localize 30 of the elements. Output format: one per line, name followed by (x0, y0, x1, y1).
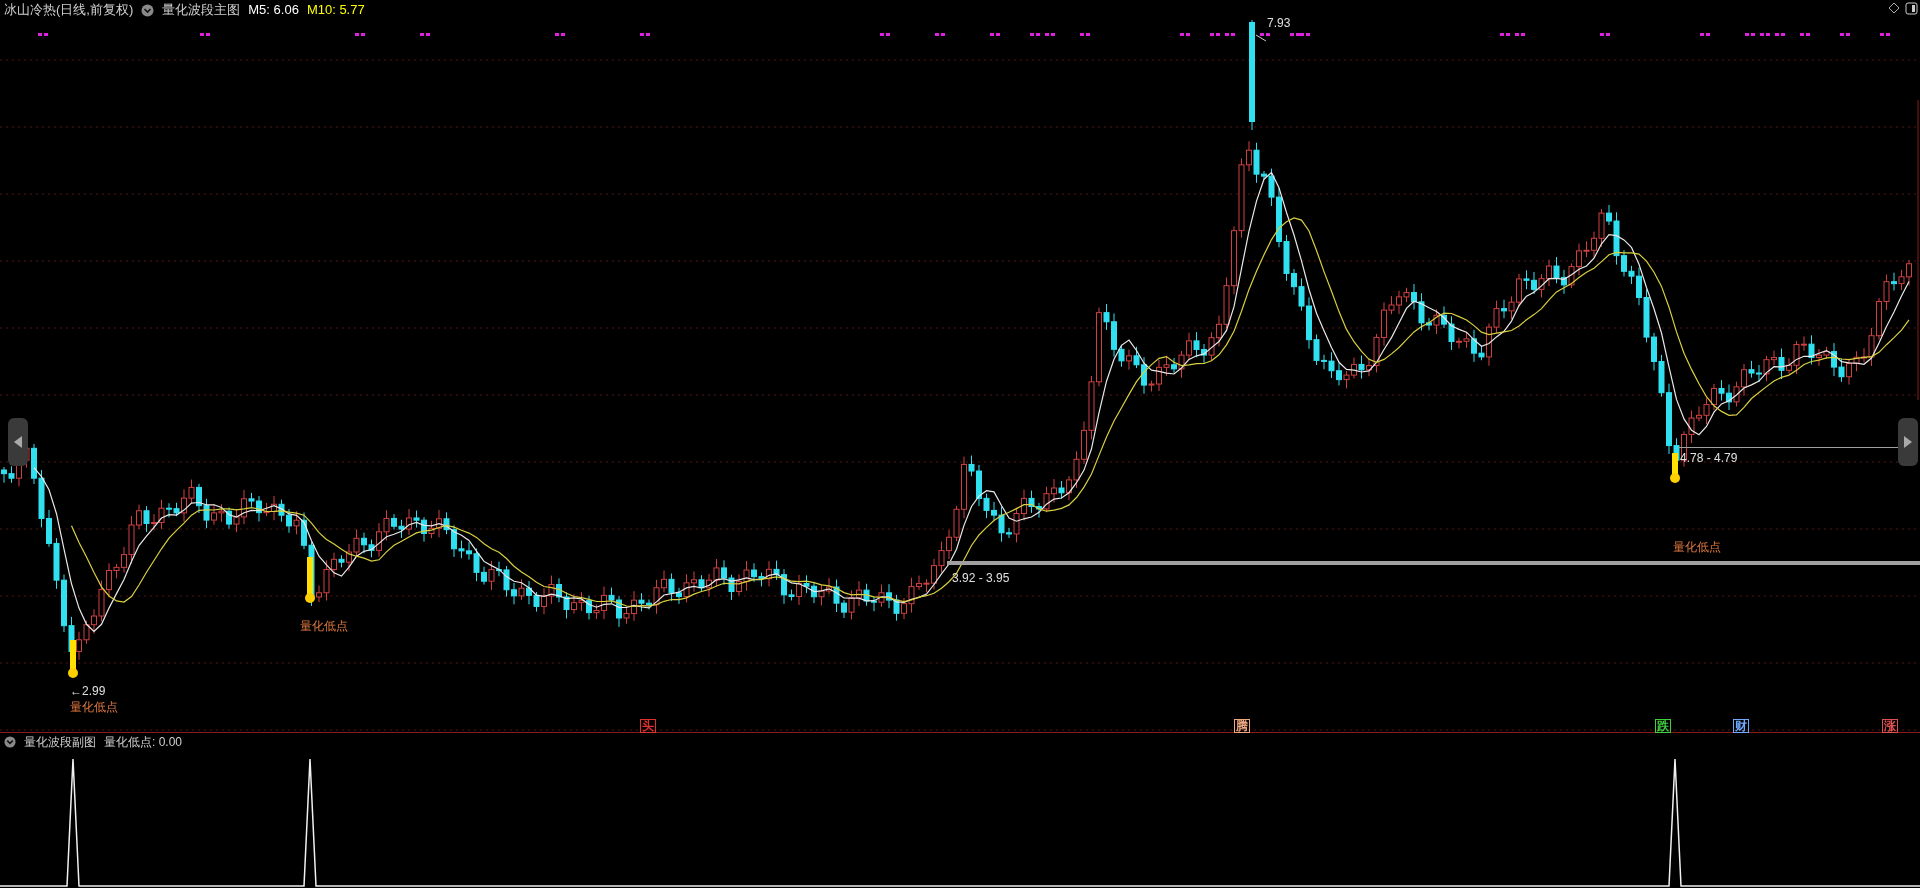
subchart-title: 量化波段副图 (24, 734, 96, 751)
price-label: ←2.99 (70, 683, 106, 700)
signal-bar (305, 557, 315, 603)
event-marker: 腾 (1234, 719, 1250, 733)
signal-label: 量化低点 (70, 699, 118, 716)
panel-toggle-icon[interactable] (1905, 2, 1918, 15)
event-marker: 头 (640, 719, 656, 733)
signal-label: 量化低点 (300, 618, 348, 635)
price-label: 4.78 - 4.79 (1680, 450, 1738, 467)
event-marker: 涨 (1882, 719, 1898, 733)
dropdown-icon[interactable] (141, 3, 155, 17)
signal-bar (1670, 453, 1680, 483)
leader-line (1255, 34, 1267, 42)
diamond-icon[interactable] (1888, 2, 1900, 14)
scroll-left-button[interactable] (8, 418, 28, 466)
price-label: 7.93 (1267, 15, 1291, 32)
dropdown-icon[interactable] (4, 736, 16, 748)
signal-label: 量化低点 (1673, 539, 1721, 556)
signal-bar (68, 640, 78, 678)
left-triangle-icon (13, 435, 23, 449)
event-marker: 跌 (1655, 719, 1671, 733)
moving-average-reading: M10: 5.77 (306, 1, 365, 20)
price-label: 3.92 - 3.95 (952, 570, 1010, 587)
moving-average-reading: M5: 6.06 (248, 1, 299, 20)
event-marker: 财 (1733, 719, 1749, 733)
indicator-name: 量化波段主图 (162, 1, 241, 20)
chart-title: 冰山冷热(日线,前复权) (4, 1, 134, 20)
scroll-right-button[interactable] (1898, 418, 1918, 466)
subchart-reading: 量化低点: 0.00 (104, 734, 183, 751)
right-triangle-icon (1903, 435, 1913, 449)
